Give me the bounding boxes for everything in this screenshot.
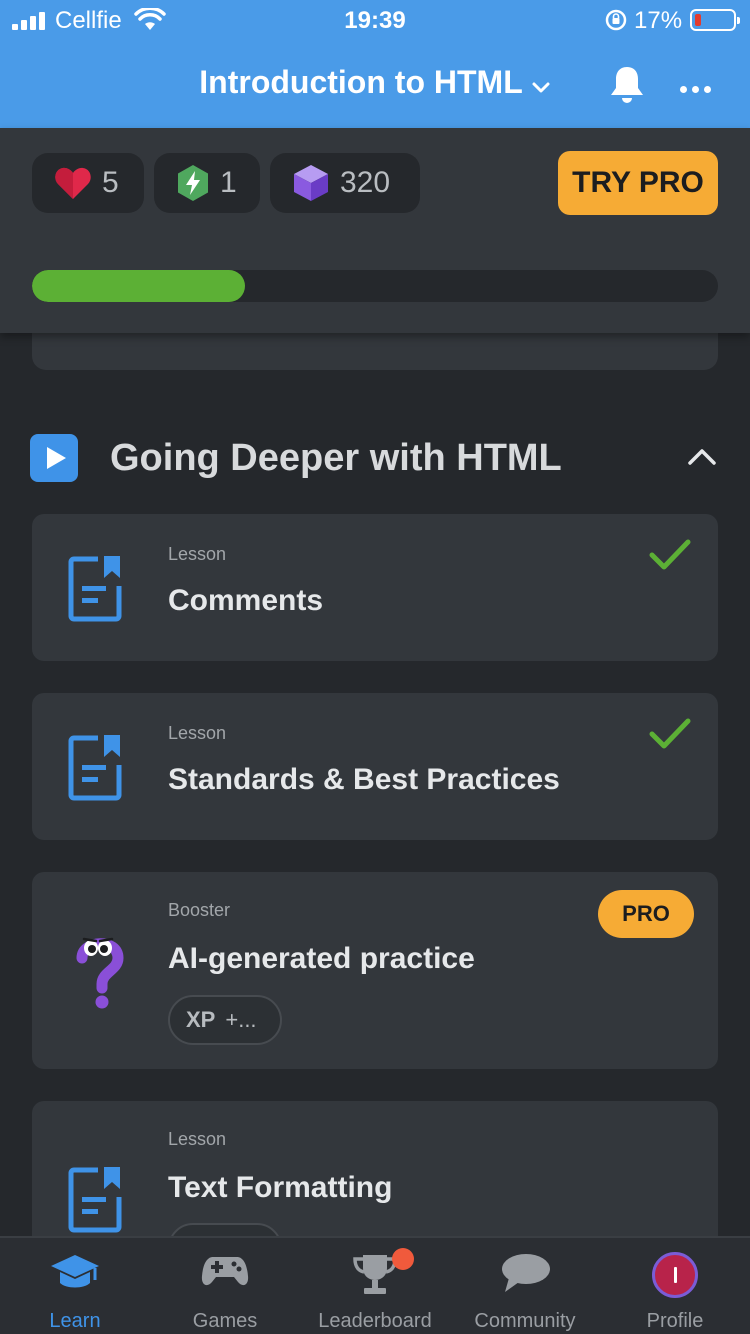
chevron-down-icon (531, 66, 551, 103)
avatar-icon (652, 1252, 698, 1298)
nav-label: Profile (646, 1310, 704, 1332)
energy-count: 1 (220, 166, 237, 199)
lesson-card-comments[interactable]: Lesson Comments (32, 514, 718, 661)
nav-profile[interactable]: Profile (600, 1238, 750, 1334)
card-title: Standards & Best Practices (168, 763, 560, 796)
card-type-label: Lesson (168, 544, 227, 564)
course-progress-bar (32, 270, 718, 302)
lesson-document-icon (68, 735, 124, 806)
gems-count: 320 (340, 166, 391, 199)
leaderboard-notification-dot (392, 1248, 414, 1270)
heart-icon (55, 167, 91, 199)
xp-value: +... (225, 1007, 257, 1032)
graduation-cap-icon (49, 1252, 101, 1299)
nav-label: Community (474, 1310, 576, 1332)
card-title: Comments (168, 584, 324, 617)
nav-games[interactable]: Games (150, 1238, 300, 1334)
top-bar: Cellfie 19:39 17% Introduction to HTML (0, 0, 750, 128)
lesson-document-icon (68, 1167, 124, 1238)
bottom-navigation: Learn Games Leaderboard Community Profil… (0, 1236, 750, 1334)
nav-leaderboard[interactable]: Leaderboard (300, 1238, 450, 1334)
battery-fill (695, 14, 701, 26)
nav-label: Leaderboard (318, 1310, 432, 1332)
chevron-up-icon[interactable] (686, 446, 718, 473)
checkmark-icon (648, 538, 692, 577)
pro-badge: PRO (598, 890, 694, 938)
checkmark-icon (648, 717, 692, 756)
gamepad-icon (201, 1252, 249, 1295)
energy-counter[interactable]: 1 (154, 153, 260, 213)
stats-panel: 5 1 320 TRY PRO (0, 128, 750, 333)
booster-card-ai-practice[interactable]: Booster AI-generated practice PRO XP +... (32, 872, 718, 1069)
play-icon (30, 434, 78, 482)
battery-percent: 17% (634, 7, 683, 34)
nav-learn[interactable]: Learn (0, 1238, 150, 1334)
nav-label: Games (192, 1310, 258, 1332)
xp-label: XP (186, 1007, 216, 1032)
lesson-card-standards[interactable]: Lesson Standards & Best Practices (32, 693, 718, 840)
energy-bolt-icon (178, 165, 208, 201)
lesson-document-icon (68, 556, 124, 627)
bell-icon[interactable] (608, 64, 646, 109)
card-type-label: Lesson (168, 723, 227, 743)
chat-bubble-icon (499, 1252, 551, 1299)
card-type-label: Booster (168, 900, 231, 920)
nav-label: Learn (49, 1310, 101, 1332)
nav-community[interactable]: Community (450, 1238, 600, 1334)
gems-counter[interactable]: 320 (270, 153, 420, 213)
more-options-icon[interactable] (680, 80, 716, 98)
section-title: Going Deeper with HTML (110, 437, 562, 479)
battery-icon (690, 9, 740, 31)
xp-pill: XP +... (168, 995, 282, 1045)
status-bar: Cellfie 19:39 17% (0, 0, 750, 42)
gem-cube-icon (294, 165, 328, 201)
hearts-counter[interactable]: 5 (32, 153, 144, 213)
question-mark-mascot-icon (72, 932, 128, 1017)
course-progress-fill (32, 270, 245, 302)
card-title: Text Formatting (168, 1171, 393, 1204)
hearts-count: 5 (102, 166, 119, 199)
card-title: AI-generated practice (168, 942, 475, 975)
card-type-label: Lesson (168, 1129, 227, 1149)
rotation-lock-icon (604, 8, 628, 39)
course-title: Introduction to HTML (199, 64, 523, 100)
try-pro-button[interactable]: TRY PRO (558, 151, 718, 215)
